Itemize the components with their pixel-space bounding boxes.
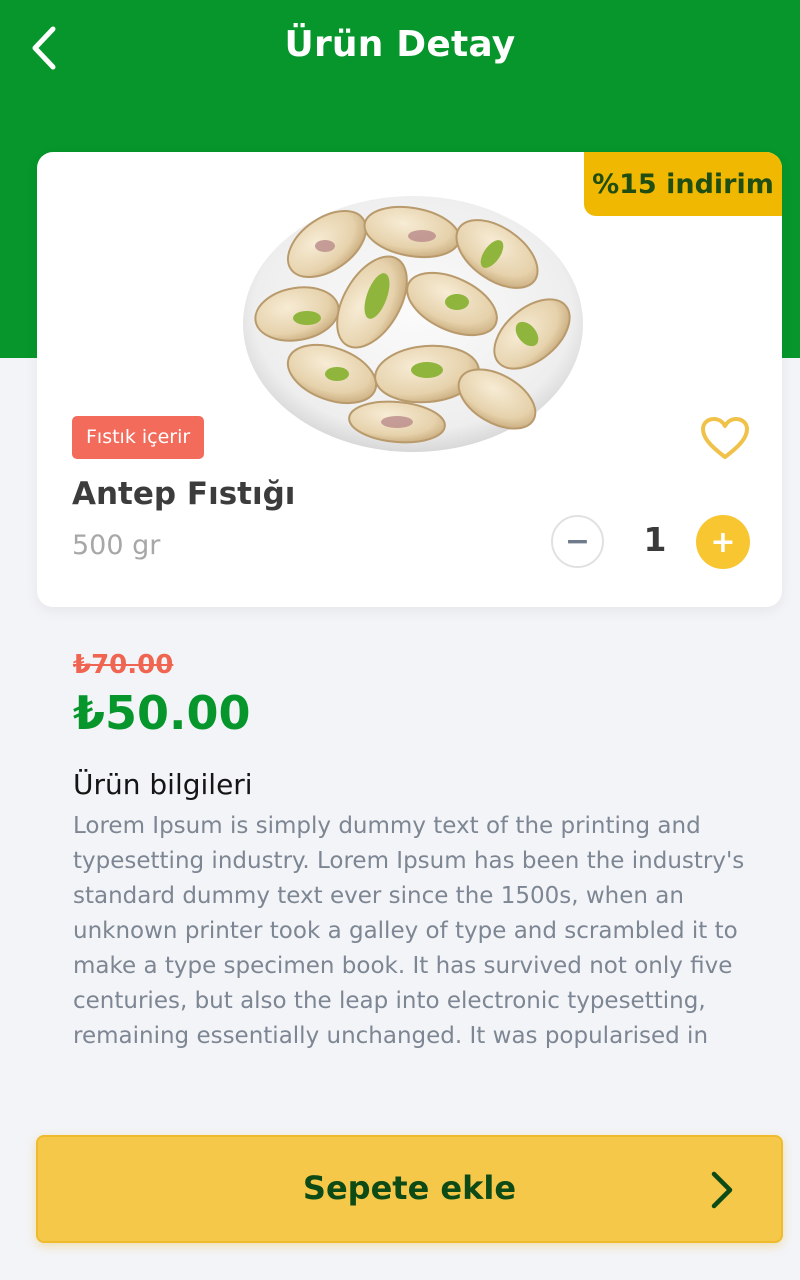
page-title: Ürün Detay	[284, 24, 516, 65]
product-card: %15 indirim Fıstık içerir Antep Fıstığı …	[37, 152, 782, 607]
allergen-tag: Fıstık içerir	[72, 416, 205, 459]
new-price: ₺50.00	[73, 686, 251, 740]
product-info-body: Lorem Ipsum is simply dummy text of the …	[73, 813, 745, 1049]
add-to-cart-button[interactable]: Sepete ekle	[36, 1135, 783, 1243]
quantity-increment-button[interactable]: +	[696, 515, 750, 569]
product-image	[243, 196, 583, 452]
discount-badge: %15 indirim	[584, 152, 782, 216]
product-name: Antep Fıstığı	[72, 476, 296, 512]
add-to-cart-label: Sepete ekle	[302, 1169, 517, 1207]
chevron-right-icon	[711, 1171, 733, 1209]
product-weight: 500 gr	[72, 530, 161, 561]
old-price: ₺70.00	[73, 650, 174, 680]
heart-outline-icon	[701, 417, 749, 459]
quantity-decrement-button[interactable]: −	[551, 515, 604, 568]
favorite-button[interactable]	[699, 414, 751, 462]
product-info-title: Ürün bilgileri	[73, 768, 253, 801]
quantity-value: 1	[643, 520, 667, 559]
